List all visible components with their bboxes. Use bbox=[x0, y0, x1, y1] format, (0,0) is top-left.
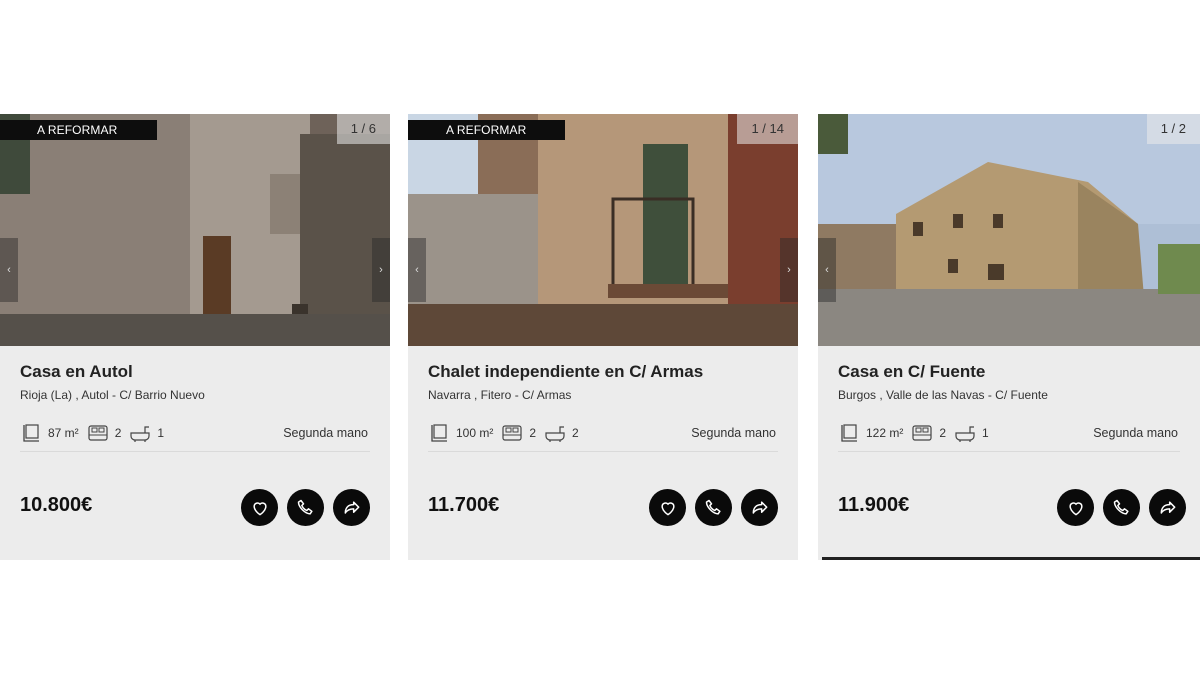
divider bbox=[20, 451, 370, 452]
bathtub-icon bbox=[544, 422, 566, 444]
share-button[interactable] bbox=[1149, 489, 1186, 526]
condition-label: Segunda mano bbox=[283, 426, 368, 440]
bed-icon bbox=[87, 422, 109, 444]
area-icon bbox=[20, 422, 42, 444]
phone-icon bbox=[297, 499, 313, 515]
listing-features: 122 m² 2 1 Segunda mano bbox=[838, 418, 1178, 448]
bathrooms-value: 2 bbox=[572, 426, 579, 440]
listing-actions bbox=[649, 489, 778, 526]
listing-photo[interactable]: A REFORMAR 1 / 14 ‹ › bbox=[408, 114, 798, 346]
listing-features: 100 m² 2 2 Segunda mano bbox=[428, 418, 776, 448]
listing-price: 11.900€ bbox=[838, 494, 910, 516]
area-icon bbox=[838, 422, 860, 444]
listing-actions bbox=[1057, 489, 1186, 526]
chevron-left-icon[interactable]: ‹ bbox=[818, 238, 836, 302]
condition-label: Segunda mano bbox=[691, 426, 776, 440]
heart-icon bbox=[252, 501, 267, 516]
listing-price: 11.700€ bbox=[428, 494, 500, 516]
status-badge: A REFORMAR bbox=[408, 120, 565, 140]
call-button[interactable] bbox=[287, 489, 324, 526]
share-icon bbox=[1160, 500, 1175, 514]
share-icon bbox=[752, 500, 767, 514]
phone-icon bbox=[705, 499, 721, 515]
listing-photo[interactable]: A REFORMAR 1 / 6 ‹ › bbox=[0, 114, 390, 346]
bathtub-icon bbox=[954, 422, 976, 444]
condition-label: Segunda mano bbox=[1093, 426, 1178, 440]
area-value: 87 m² bbox=[48, 426, 79, 440]
photo-counter: 1 / 14 bbox=[737, 114, 798, 144]
listing-features: 87 m² 2 1 Segunda mano bbox=[20, 418, 368, 448]
card-bottom-border bbox=[822, 557, 1200, 560]
listing-title[interactable]: Casa en C/ Fuente bbox=[838, 362, 985, 382]
listing-card[interactable]: A REFORMAR 1 / 6 ‹ › Casa en Autol Rioja… bbox=[0, 114, 390, 560]
favorite-button[interactable] bbox=[649, 489, 686, 526]
listing-location: Navarra , Fitero - C/ Armas bbox=[428, 388, 572, 402]
listing-location: Burgos , Valle de las Navas - C/ Fuente bbox=[838, 388, 1048, 402]
photo-counter: 1 / 2 bbox=[1146, 114, 1200, 144]
chevron-right-icon[interactable]: › bbox=[780, 238, 798, 302]
listing-location: Rioja (La) , Autol - C/ Barrio Nuevo bbox=[20, 388, 205, 402]
photo-counter: 1 / 6 bbox=[336, 114, 390, 144]
listing-price: 10.800€ bbox=[20, 494, 93, 516]
listing-actions bbox=[241, 489, 370, 526]
favorite-button[interactable] bbox=[241, 489, 278, 526]
phone-icon bbox=[1113, 499, 1129, 515]
bathrooms-value: 1 bbox=[982, 426, 989, 440]
favorite-button[interactable] bbox=[1057, 489, 1094, 526]
bedrooms-value: 2 bbox=[114, 426, 122, 440]
chevron-right-icon[interactable]: › bbox=[372, 238, 390, 302]
status-badge: A REFORMAR bbox=[0, 120, 157, 140]
call-button[interactable] bbox=[1103, 489, 1140, 526]
area-value: 122 m² bbox=[866, 426, 904, 440]
heart-icon bbox=[660, 501, 675, 516]
share-icon bbox=[344, 500, 359, 514]
listing-title[interactable]: Chalet independiente en C/ Armas bbox=[428, 362, 703, 382]
listing-card[interactable]: A REFORMAR 1 / 14 ‹ › Chalet independien… bbox=[408, 114, 798, 560]
listing-photo[interactable]: 1 / 2 ‹ bbox=[818, 114, 1200, 346]
area-icon bbox=[428, 422, 450, 444]
heart-icon bbox=[1068, 501, 1083, 516]
chevron-left-icon[interactable]: ‹ bbox=[0, 238, 18, 302]
bathrooms-value: 1 bbox=[157, 426, 165, 440]
area-value: 100 m² bbox=[456, 426, 494, 440]
bathtub-icon bbox=[129, 422, 151, 444]
share-button[interactable] bbox=[741, 489, 778, 526]
chevron-left-icon[interactable]: ‹ bbox=[408, 238, 426, 302]
bed-icon bbox=[911, 422, 933, 444]
bed-icon bbox=[501, 422, 523, 444]
bedrooms-value: 2 bbox=[529, 426, 537, 440]
listing-title[interactable]: Casa en Autol bbox=[20, 362, 133, 382]
bedrooms-value: 2 bbox=[939, 426, 947, 440]
call-button[interactable] bbox=[695, 489, 732, 526]
divider bbox=[428, 451, 778, 452]
listing-card[interactable]: 1 / 2 ‹ Casa en C/ Fuente Burgos , Valle… bbox=[818, 114, 1200, 560]
share-button[interactable] bbox=[333, 489, 370, 526]
divider bbox=[838, 451, 1180, 452]
